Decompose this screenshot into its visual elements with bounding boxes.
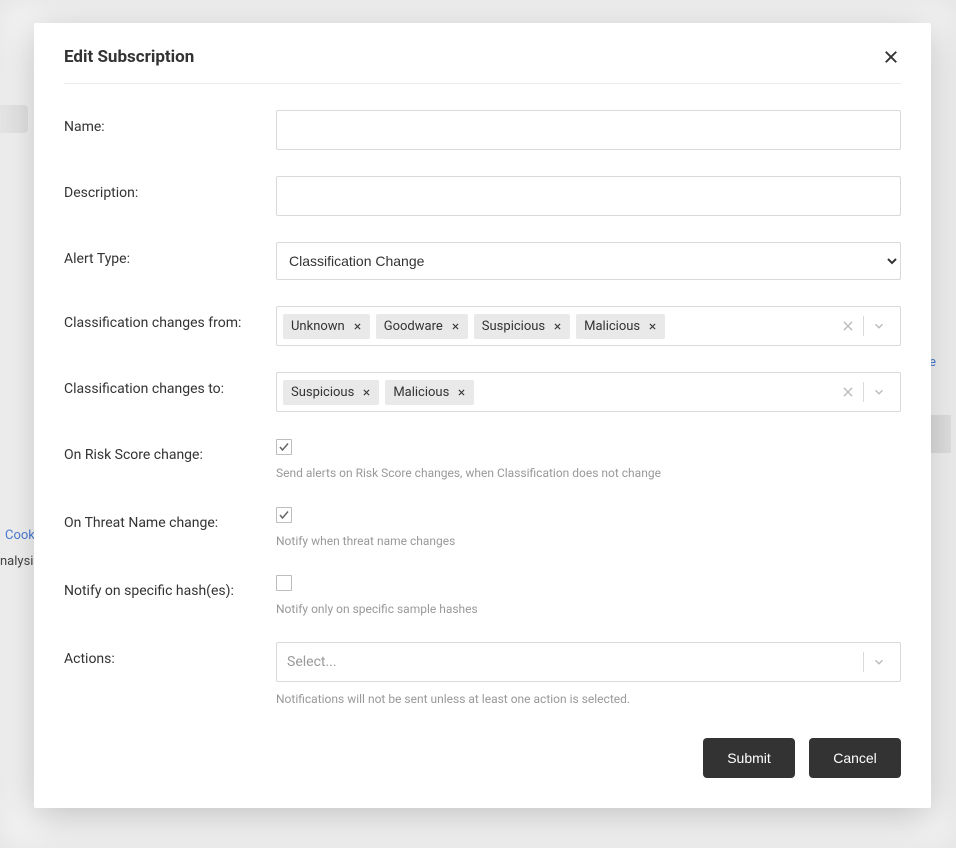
changes-from-controls bbox=[833, 311, 894, 341]
changes-from-tags-area: Unknown Goodware Suspicious Malicious bbox=[283, 314, 833, 339]
actions-helper: Notifications will not be sent unless at… bbox=[276, 692, 901, 706]
risk-score-row: On Risk Score change: Send alerts on Ris… bbox=[64, 438, 901, 480]
chevron-down-icon bbox=[872, 385, 886, 399]
changes-to-controls bbox=[833, 377, 894, 407]
changes-from-dropdown-toggle[interactable] bbox=[864, 319, 894, 333]
specific-hashes-checkbox[interactable] bbox=[276, 575, 292, 591]
tag-remove-malicious-to[interactable] bbox=[457, 388, 466, 397]
modal-title: Edit Subscription bbox=[64, 47, 194, 67]
check-icon bbox=[278, 509, 290, 521]
modal-footer: Submit Cancel bbox=[64, 738, 901, 778]
cancel-button[interactable]: Cancel bbox=[809, 738, 901, 778]
actions-controls bbox=[863, 647, 894, 677]
chevron-down-icon bbox=[872, 655, 886, 669]
tag-label: Suspicious bbox=[482, 319, 545, 334]
x-icon bbox=[353, 322, 362, 331]
alert-type-row: Alert Type: Classification Change bbox=[64, 242, 901, 280]
close-button[interactable] bbox=[881, 47, 901, 67]
tag-label: Suspicious bbox=[291, 385, 354, 400]
x-icon bbox=[457, 388, 466, 397]
risk-score-checkbox[interactable] bbox=[276, 439, 292, 455]
chevron-down-icon bbox=[872, 319, 886, 333]
actions-placeholder: Select... bbox=[283, 654, 337, 670]
submit-button[interactable]: Submit bbox=[703, 738, 795, 778]
description-input[interactable] bbox=[276, 176, 901, 216]
changes-from-label: Classification changes from: bbox=[64, 306, 276, 331]
actions-row: Actions: Select... Notifications will no… bbox=[64, 642, 901, 706]
changes-to-tags-area: Suspicious Malicious bbox=[283, 380, 833, 405]
changes-to-dropdown-toggle[interactable] bbox=[864, 385, 894, 399]
background-bar-fragment bbox=[931, 415, 951, 453]
x-icon bbox=[451, 322, 460, 331]
tag-label: Malicious bbox=[584, 319, 640, 334]
actions-tags-area: Select... bbox=[283, 654, 863, 670]
changes-to-clear-all[interactable] bbox=[833, 385, 863, 399]
description-label: Description: bbox=[64, 176, 276, 201]
tag-remove-suspicious[interactable] bbox=[553, 322, 562, 331]
actions-dropdown-toggle[interactable] bbox=[864, 655, 894, 669]
tag-malicious-to: Malicious bbox=[385, 380, 474, 405]
tag-unknown: Unknown bbox=[283, 314, 370, 339]
x-icon bbox=[362, 388, 371, 397]
tag-remove-malicious[interactable] bbox=[648, 322, 657, 331]
tag-suspicious-to: Suspicious bbox=[283, 380, 379, 405]
close-icon bbox=[882, 48, 900, 66]
x-icon bbox=[841, 319, 855, 333]
risk-score-label: On Risk Score change: bbox=[64, 438, 276, 463]
tag-suspicious: Suspicious bbox=[474, 314, 570, 339]
modal-header: Edit Subscription bbox=[64, 23, 901, 84]
alert-type-select[interactable]: Classification Change bbox=[276, 242, 901, 280]
tag-label: Malicious bbox=[393, 385, 449, 400]
name-label: Name: bbox=[64, 110, 276, 135]
specific-hashes-row: Notify on specific hash(es): Notify only… bbox=[64, 574, 901, 616]
threat-name-label: On Threat Name change: bbox=[64, 506, 276, 531]
threat-name-checkbox[interactable] bbox=[276, 507, 292, 523]
tag-malicious: Malicious bbox=[576, 314, 665, 339]
x-icon bbox=[648, 322, 657, 331]
actions-label: Actions: bbox=[64, 642, 276, 667]
background-text-cook: Cook bbox=[5, 528, 35, 543]
name-row: Name: bbox=[64, 110, 901, 150]
tag-remove-goodware[interactable] bbox=[451, 322, 460, 331]
description-row: Description: bbox=[64, 176, 901, 216]
specific-hashes-label: Notify on specific hash(es): bbox=[64, 574, 276, 599]
risk-score-helper: Send alerts on Risk Score changes, when … bbox=[276, 466, 901, 480]
tag-label: Goodware bbox=[384, 319, 443, 334]
tag-label: Unknown bbox=[291, 319, 345, 334]
edit-subscription-modal: Edit Subscription Name: Description: Ale… bbox=[34, 23, 931, 808]
check-icon bbox=[278, 441, 290, 453]
background-tab-fragment bbox=[0, 105, 28, 133]
actions-select[interactable]: Select... bbox=[276, 642, 901, 682]
x-icon bbox=[841, 385, 855, 399]
threat-name-helper: Notify when threat name changes bbox=[276, 534, 901, 548]
changes-to-select[interactable]: Suspicious Malicious bbox=[276, 372, 901, 412]
changes-from-select[interactable]: Unknown Goodware Suspicious Malicious bbox=[276, 306, 901, 346]
changes-to-row: Classification changes to: Suspicious Ma… bbox=[64, 372, 901, 412]
alert-type-label: Alert Type: bbox=[64, 242, 276, 267]
specific-hashes-helper: Notify only on specific sample hashes bbox=[276, 602, 901, 616]
threat-name-row: On Threat Name change: Notify when threa… bbox=[64, 506, 901, 548]
tag-remove-unknown[interactable] bbox=[353, 322, 362, 331]
tag-remove-suspicious-to[interactable] bbox=[362, 388, 371, 397]
name-input[interactable] bbox=[276, 110, 901, 150]
x-icon bbox=[553, 322, 562, 331]
tag-goodware: Goodware bbox=[376, 314, 468, 339]
changes-from-row: Classification changes from: Unknown Goo… bbox=[64, 306, 901, 346]
changes-to-label: Classification changes to: bbox=[64, 372, 276, 397]
changes-from-clear-all[interactable] bbox=[833, 319, 863, 333]
